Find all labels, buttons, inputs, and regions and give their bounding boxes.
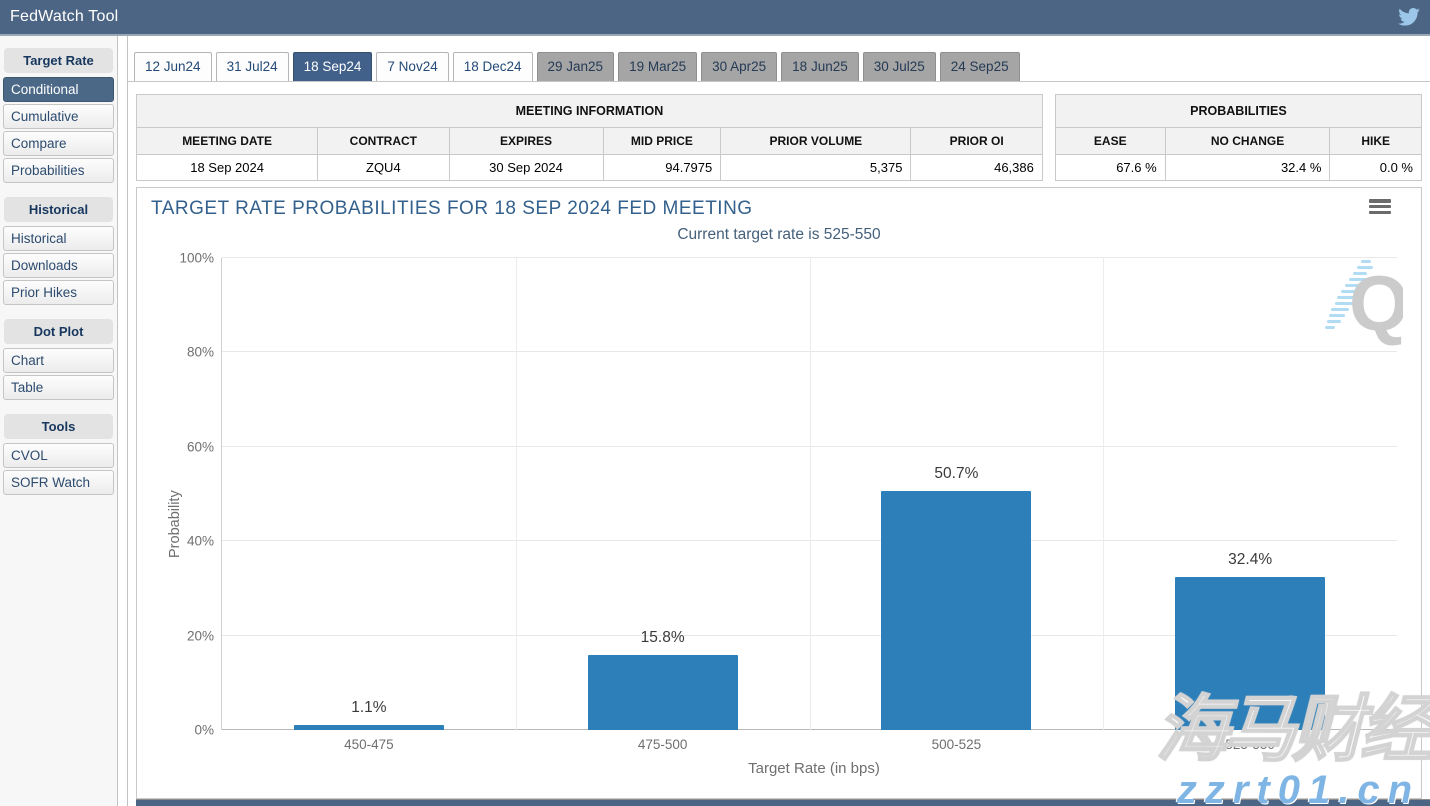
col-header-expires: EXPIRES [449,128,603,155]
tab-24-sep25[interactable]: 24 Sep25 [940,52,1020,81]
sidebar-item-compare[interactable]: Compare [3,131,114,156]
col-header-prior-volume: PRIOR VOLUME [721,128,911,155]
cell-prior-volume: 5,375 [721,155,911,181]
cell-no-change: 32.4 % [1165,155,1330,181]
bar-475-500[interactable] [588,655,738,730]
col-header-prior-oi: PRIOR OI [911,128,1042,155]
bar-value-500-525: 50.7% [934,465,978,483]
app-title: FedWatch Tool [10,8,118,26]
y-tick-20: 20% [187,628,214,643]
meeting-date-tabs: 12 Jun2431 Jul2418 Sep247 Nov2418 Dec242… [128,46,1430,82]
x-tick-475-500: 475-500 [638,737,688,752]
x-tick-500-525: 500-525 [932,737,982,752]
bar-value-475-500: 15.8% [641,629,685,647]
sidebar-section-header-tools: Tools [4,414,113,439]
cell-prior-oi: 46,386 [911,155,1042,181]
sidebar-section-header-historical: Historical [4,197,113,222]
quikstrike-logo-icon: Q [1325,254,1403,350]
tab-12-jun24[interactable]: 12 Jun24 [134,52,212,81]
q-letter: Q [1349,259,1403,347]
tab-18-sep24[interactable]: 18 Sep24 [293,52,373,81]
sidebar-item-prior-hikes[interactable]: Prior Hikes [3,280,114,305]
y-tick-60: 60% [187,439,214,454]
probabilities-title: PROBABILITIES [1055,95,1421,128]
sidebar-section-header-target-rate: Target Rate [4,48,113,73]
next-section-edge [136,799,1430,806]
cell-ease: 67.6 % [1055,155,1165,181]
cell-meeting-date: 18 Sep 2024 [137,155,318,181]
y-tick-0: 0% [194,723,214,738]
twitter-bird-icon[interactable] [1398,8,1420,26]
chart-menu-icon[interactable] [1369,198,1391,214]
y-tick-100: 100% [179,251,214,266]
sidebar: Target RateConditionalCumulativeCompareP… [0,36,118,806]
sidebar-item-table[interactable]: Table [3,375,114,400]
sidebar-item-sofr-watch[interactable]: SOFR Watch [3,470,114,495]
meeting-information-title: MEETING INFORMATION [137,95,1043,128]
probabilities-panel: PROBABILITIESEASENO CHANGEHIKE 67.6 %32.4… [1055,94,1422,181]
main-content: 12 Jun2431 Jul2418 Sep247 Nov2418 Dec242… [127,36,1430,806]
sidebar-item-cvol[interactable]: CVOL [3,443,114,468]
cell-contract: ZQU4 [318,155,449,181]
col-header-ease: EASE [1055,128,1165,155]
vertical-gridline-2 [810,258,811,730]
x-axis-label: Target Rate (in bps) [221,760,1407,777]
bar-value-450-475: 1.1% [351,699,386,717]
y-tick-80: 80% [187,345,214,360]
sidebar-section-historical: HistoricalHistoricalDownloadsPrior Hikes [3,197,114,305]
meeting-information-table: MEETING INFORMATIONMEETING DATECONTRACTE… [136,94,1043,181]
app-header: FedWatch Tool [0,0,1430,36]
tab-29-jan25[interactable]: 29 Jan25 [537,52,615,81]
col-header-meeting-date: MEETING DATE [137,128,318,155]
x-tick-450-475: 450-475 [344,737,394,752]
chart-area: Probability 0%20%40%60%80%100%1.1%450-47… [151,258,1407,777]
tab-30-jul25[interactable]: 30 Jul25 [863,52,936,81]
tab-7-nov24[interactable]: 7 Nov24 [376,52,448,81]
col-header-mid-price: MID PRICE [603,128,721,155]
tab-18-dec24[interactable]: 18 Dec24 [453,52,533,81]
sidebar-item-conditional[interactable]: Conditional [3,77,114,102]
sidebar-item-cumulative[interactable]: Cumulative [3,104,114,129]
y-tick-40: 40% [187,534,214,549]
sidebar-item-probabilities[interactable]: Probabilities [3,158,114,183]
col-header-hike: HIKE [1330,128,1422,155]
cell-hike: 0.0 % [1330,155,1422,181]
bar-450-475[interactable] [294,725,444,730]
bar-500-525[interactable] [881,491,1031,730]
chart-subtitle: Current target rate is 525-550 [151,226,1407,244]
meeting-information-panel: MEETING INFORMATIONMEETING DATECONTRACTE… [136,94,1043,181]
sidebar-item-downloads[interactable]: Downloads [3,253,114,278]
tab-19-mar25[interactable]: 19 Mar25 [618,52,697,81]
x-tick-525-550: 525-550 [1225,737,1275,752]
target-rate-chart-panel: TARGET RATE PROBABILITIES FOR 18 SEP 202… [136,187,1422,799]
vertical-gridline-1 [516,258,517,730]
bar-525-550[interactable] [1175,577,1325,730]
probabilities-table: PROBABILITIESEASENO CHANGEHIKE 67.6 %32.4… [1055,94,1422,181]
sidebar-item-chart[interactable]: Chart [3,348,114,373]
cell-expires: 30 Sep 2024 [449,155,603,181]
col-header-contract: CONTRACT [318,128,449,155]
tab-30-apr25[interactable]: 30 Apr25 [701,52,777,81]
bar-value-525-550: 32.4% [1228,551,1272,569]
tab-18-jun25[interactable]: 18 Jun25 [781,52,859,81]
plot-area: 0%20%40%60%80%100%1.1%450-47515.8%475-50… [221,258,1397,730]
sidebar-item-historical[interactable]: Historical [3,226,114,251]
sidebar-section-target-rate: Target Rate ConditionalCumulativeCompareP… [3,48,114,183]
tab-31-jul24[interactable]: 31 Jul24 [216,52,289,81]
col-header-no-change: NO CHANGE [1165,128,1330,155]
sidebar-section-header-dot-plot: Dot Plot [4,319,113,344]
vertical-gridline-3 [1103,258,1104,730]
sidebar-section-dot-plot: Dot Plot ChartTable [3,319,114,400]
chart-title: TARGET RATE PROBABILITIES FOR 18 SEP 202… [151,198,753,220]
y-axis-label: Probability [167,490,183,558]
cell-mid-price: 94.7975 [603,155,721,181]
sidebar-section-tools: Tools CVOLSOFR Watch [3,414,114,495]
